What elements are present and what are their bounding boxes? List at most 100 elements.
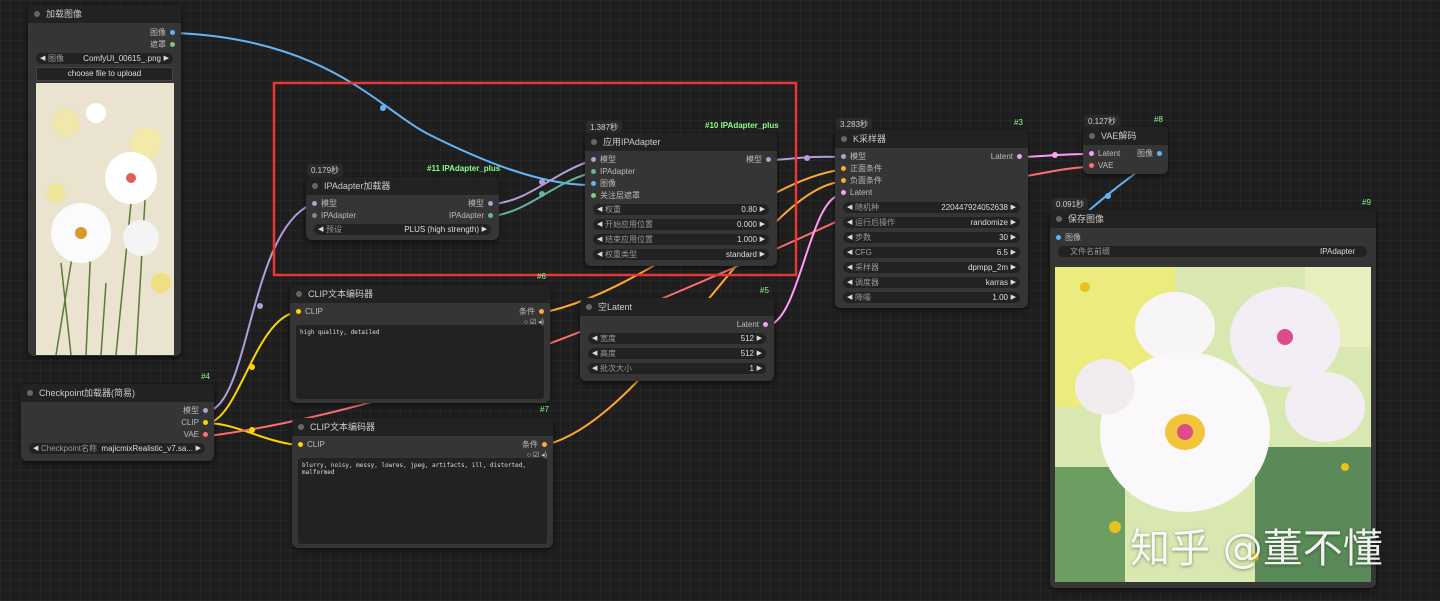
arrow-right-icon[interactable]: ▶ [196, 443, 201, 454]
latent-port-icon[interactable] [763, 322, 768, 328]
arrow-left-icon[interactable]: ◀ [597, 219, 602, 230]
collapse-dot-icon[interactable] [841, 136, 847, 142]
vae-port-icon[interactable] [203, 432, 208, 438]
arrow-left-icon[interactable]: ◀ [40, 53, 45, 64]
mask-port-icon[interactable] [591, 193, 596, 199]
image-port-icon[interactable] [170, 30, 175, 36]
arrow-left-icon[interactable]: ◀ [597, 204, 602, 215]
save-image-title[interactable]: 保存图像 [1050, 210, 1376, 228]
image-port-icon[interactable] [1056, 235, 1061, 241]
arrow-right-icon[interactable]: ▶ [1011, 232, 1016, 243]
input-latent[interactable]: Latent [1085, 149, 1120, 159]
collapse-dot-icon[interactable] [298, 424, 304, 430]
output-model[interactable]: 模型 [746, 155, 775, 165]
input-image[interactable]: 图像 [587, 179, 616, 189]
empty-latent-title[interactable]: 空Latent [580, 298, 774, 316]
apply-ipadapter-node[interactable]: 应用IPAdapter 模型 IPAdapter 图像 关注层遮罩 模型 ◀ 权重… [585, 133, 777, 266]
arrow-right-icon[interactable]: ▶ [760, 219, 765, 230]
clip-text-title[interactable]: CLIP文本编码器 [292, 418, 553, 436]
height-widget[interactable]: ◀ 高度 512 ▶ [588, 348, 766, 359]
arrow-right-icon[interactable]: ▶ [760, 204, 765, 215]
collapse-dot-icon[interactable] [1056, 216, 1062, 222]
output-model[interactable]: 模型 [468, 199, 497, 209]
model-port-icon[interactable] [841, 154, 846, 160]
arrow-right-icon[interactable]: ▶ [1011, 262, 1016, 273]
filename-prefix-widget[interactable]: 文件名前缀 IPAdapter [1058, 246, 1367, 257]
arrow-left-icon[interactable]: ◀ [592, 363, 597, 374]
input-positive[interactable]: 正面条件 [837, 164, 882, 174]
input-model[interactable]: 模型 [587, 155, 616, 165]
output-latent[interactable]: Latent [737, 320, 772, 330]
clip-port-icon[interactable] [296, 309, 301, 315]
arrow-right-icon[interactable]: ▶ [1011, 202, 1016, 213]
conditioning-port-icon[interactable] [841, 166, 846, 172]
image-port-icon[interactable] [591, 181, 596, 187]
conditioning-port-icon[interactable] [542, 442, 547, 448]
arrow-right-icon[interactable]: ▶ [1011, 217, 1016, 228]
vae-port-icon[interactable] [1089, 163, 1094, 169]
output-image[interactable]: 图像 [150, 28, 179, 38]
output-conditioning[interactable]: 条件 [519, 307, 548, 317]
arrow-left-icon[interactable]: ◀ [318, 224, 323, 235]
output-latent[interactable]: Latent [991, 152, 1026, 162]
ipadapter-port-icon[interactable] [312, 213, 317, 219]
arrow-left-icon[interactable]: ◀ [847, 202, 852, 213]
cfg-widget[interactable]: ◀ CFG 6.5 ▶ [843, 247, 1020, 258]
output-clip[interactable]: CLIP [181, 418, 212, 428]
ksampler-title[interactable]: K采样器 [835, 130, 1028, 148]
collapse-dot-icon[interactable] [296, 291, 302, 297]
control-after-generate-widget[interactable]: ◀ 运行后操作 randomize ▶ [843, 217, 1020, 228]
model-port-icon[interactable] [591, 157, 596, 163]
input-model[interactable]: 模型 [837, 152, 866, 162]
image-port-icon[interactable] [1157, 151, 1162, 157]
model-port-icon[interactable] [766, 157, 771, 163]
clip-port-icon[interactable] [298, 442, 303, 448]
batch-size-widget[interactable]: ◀ 批次大小 1 ▶ [588, 363, 766, 374]
arrow-right-icon[interactable]: ▶ [757, 333, 762, 344]
ksampler-node[interactable]: K采样器 模型 正面条件 负面条件 Latent Latent ◀ 随机种 2204… [835, 130, 1028, 308]
arrow-right-icon[interactable]: ▶ [760, 234, 765, 245]
arrow-right-icon[interactable]: ▶ [1011, 292, 1016, 303]
arrow-right-icon[interactable]: ▶ [760, 249, 765, 260]
checkpoint-title[interactable]: Checkpoint加载器(简易) [21, 384, 214, 402]
collapse-dot-icon[interactable] [312, 183, 318, 189]
output-model[interactable]: 模型 [183, 406, 212, 416]
width-widget[interactable]: ◀ 宽度 512 ▶ [588, 333, 766, 344]
output-conditioning[interactable]: 条件 [522, 440, 551, 450]
ipadapter-loader-title[interactable]: IPAdapter加载器 [306, 177, 499, 195]
apply-ipadapter-title[interactable]: 应用IPAdapter [585, 133, 777, 151]
output-image[interactable]: 图像 [1137, 149, 1166, 159]
clip-text-encode-positive-node[interactable]: CLIP文本编码器 CLIP 条件 ○ ☑ ◂) high quality, d… [290, 285, 550, 403]
output-mask[interactable]: 遮罩 [150, 40, 179, 50]
input-clip[interactable]: CLIP [294, 440, 325, 450]
vae-decode-node[interactable]: VAE解码 Latent VAE 图像 [1083, 127, 1168, 174]
model-port-icon[interactable] [488, 201, 493, 207]
checkpoint-loader-node[interactable]: Checkpoint加载器(简易) #4 模型 CLIP VAE ◀ Check… [21, 372, 214, 461]
input-negative[interactable]: 负面条件 [837, 176, 882, 186]
ipadapter-loader-node[interactable]: IPAdapter加载器 模型 IPAdapter 模型 IPAdapter ◀… [306, 177, 499, 240]
input-model[interactable]: 模型 [308, 199, 337, 209]
collapse-dot-icon[interactable] [1089, 133, 1095, 139]
collapse-dot-icon[interactable] [34, 11, 40, 17]
arrow-left-icon[interactable]: ◀ [597, 234, 602, 245]
mask-port-icon[interactable] [170, 42, 175, 48]
ipadapter-port-icon[interactable] [591, 169, 596, 175]
start-at-widget[interactable]: ◀ 开始应用位置 0.000 ▶ [593, 219, 769, 230]
latent-port-icon[interactable] [841, 190, 846, 196]
latent-port-icon[interactable] [1089, 151, 1094, 157]
output-ipadapter[interactable]: IPAdapter [449, 211, 497, 221]
scheduler-widget[interactable]: ◀ 调度器 karras ▶ [843, 277, 1020, 288]
arrow-left-icon[interactable]: ◀ [592, 333, 597, 344]
arrow-right-icon[interactable]: ▶ [1011, 247, 1016, 258]
arrow-right-icon[interactable]: ▶ [757, 363, 762, 374]
collapse-dot-icon[interactable] [586, 304, 592, 310]
checkpoint-select-widget[interactable]: ◀ Checkpoint名称 majicmixRealistic_v7.sa..… [29, 443, 205, 454]
seed-widget[interactable]: ◀ 随机种 220447924052638 ▶ [843, 202, 1020, 213]
arrow-left-icon[interactable]: ◀ [847, 292, 852, 303]
input-ipadapter[interactable]: IPAdapter [308, 211, 356, 221]
collapse-dot-icon[interactable] [591, 139, 597, 145]
input-mask[interactable]: 关注层遮罩 [587, 191, 640, 201]
upload-button[interactable]: choose file to upload [36, 67, 173, 81]
weight-widget[interactable]: ◀ 权重 0.80 ▶ [593, 204, 769, 215]
ipadapter-port-icon[interactable] [488, 213, 493, 219]
